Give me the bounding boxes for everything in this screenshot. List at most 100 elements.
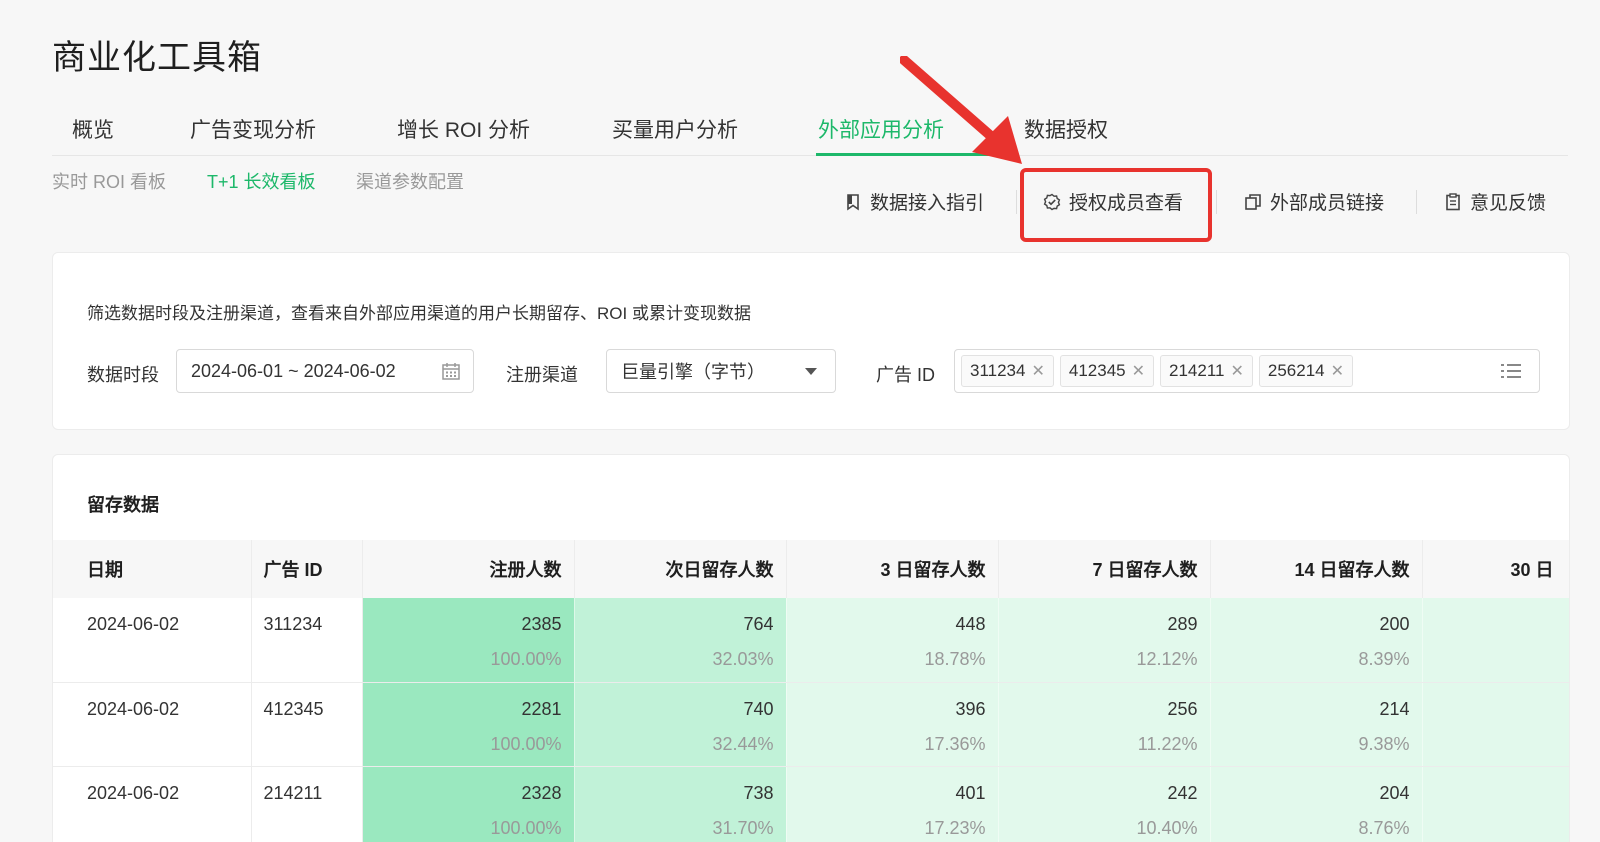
- count-value: 401: [955, 782, 986, 803]
- percent-value: 9.38%: [1358, 733, 1410, 754]
- day30-cell: [1422, 682, 1569, 767]
- channel-select[interactable]: 巨量引擎（字节）: [606, 349, 836, 393]
- ad-id-tag: 214211 ✕: [1160, 355, 1253, 387]
- count-value: 289: [1167, 614, 1198, 634]
- count-value: 448: [955, 614, 986, 634]
- day1-cell: 738 31.70%: [574, 766, 787, 842]
- data-guide-button[interactable]: 数据接入指引: [844, 188, 984, 215]
- percent-value: 32.03%: [712, 649, 774, 669]
- percent-value: 11.22%: [1137, 733, 1198, 754]
- retention-title: 留存数据: [87, 495, 159, 515]
- count-value: 256: [1167, 698, 1198, 719]
- ad-id-tag-label: 256214: [1267, 361, 1325, 380]
- tab-ad-monetization[interactable]: 广告变现分析: [190, 114, 316, 144]
- main-tab-bar: 概览 广告变现分析 增长 ROI 分析 买量用户分析 外部应用分析 数据授权: [52, 108, 1568, 156]
- day7-cell: 256 11.22%: [998, 682, 1211, 767]
- tab-overview[interactable]: 概览: [72, 114, 114, 144]
- table-row: 2024-06-02 214211 2328 100.00% 738 31.70% …: [53, 766, 1569, 842]
- column-header[interactable]: 30 日: [1422, 540, 1569, 598]
- percent-value: 12.12%: [1136, 649, 1198, 669]
- filter-panel: 筛选数据时段及注册渠道，查看来自外部应用渠道的用户长期留存、ROI 或累计变现数…: [52, 252, 1570, 430]
- toolbar: 数据接入指引 授权成员查看 外部成员链接 意见反馈: [0, 188, 1600, 216]
- tab-growth-roi[interactable]: 增长 ROI 分析: [397, 114, 530, 144]
- count-value: 2328: [521, 782, 562, 803]
- count-value: 2281: [521, 698, 562, 719]
- percent-value: 17.36%: [924, 733, 986, 754]
- count-value: 396: [955, 698, 986, 719]
- toolbar-divider: [1416, 190, 1417, 214]
- feedback-button[interactable]: 意见反馈: [1444, 188, 1546, 215]
- day30-cell: [1422, 598, 1569, 683]
- auth-members-button[interactable]: 授权成员查看: [1043, 188, 1183, 215]
- column-header[interactable]: 日期: [53, 540, 252, 598]
- retention-panel: 留存数据 日期 广告 ID 注册人数 次日留存人数 3 日留存人数 7 日留存人…: [52, 454, 1570, 842]
- toolbar-divider: [1216, 190, 1217, 214]
- column-header[interactable]: 7 日留存人数: [998, 540, 1211, 598]
- percent-value: 10.40%: [1136, 817, 1198, 838]
- column-header[interactable]: 3 日留存人数: [786, 540, 999, 598]
- registered-cell: 2281 100.00%: [362, 682, 575, 767]
- table-row: 2024-06-02 311234 2385 100.00% 764 32.03% …: [53, 598, 1569, 683]
- ad-id-tag: 256214 ✕: [1258, 355, 1354, 387]
- close-icon[interactable]: ✕: [1331, 361, 1344, 381]
- active-tab-indicator: [816, 153, 994, 156]
- count-value: 764: [743, 614, 774, 634]
- day3-cell: 396 17.36%: [786, 682, 999, 767]
- tab-paid-users[interactable]: 买量用户分析: [612, 114, 738, 144]
- ad-id-label: 广告 ID: [876, 365, 936, 385]
- count-value: 242: [1167, 782, 1198, 803]
- percent-value: 32.44%: [712, 733, 774, 754]
- registered-cell: 2328 100.00%: [362, 766, 575, 842]
- percent-value: 31.70%: [712, 817, 774, 838]
- percent-value: 18.78%: [924, 649, 986, 669]
- count-value: 204: [1379, 782, 1410, 803]
- table-row: 2024-06-02 412345 2281 100.00% 740 32.44% …: [53, 682, 1569, 767]
- day3-cell: 401 17.23%: [786, 766, 999, 842]
- ad-id-multiselect[interactable]: 311234 ✕ 412345 ✕ 214211 ✕ 256214 ✕: [954, 349, 1540, 393]
- list-icon[interactable]: [1501, 362, 1521, 380]
- table-header-row: 日期 广告 ID 注册人数 次日留存人数 3 日留存人数 7 日留存人数 14 …: [53, 540, 1569, 598]
- day3-cell: 448 18.78%: [786, 598, 999, 683]
- percent-value: 100.00%: [490, 817, 562, 838]
- count-value: 738: [743, 782, 774, 803]
- retention-table: 日期 广告 ID 注册人数 次日留存人数 3 日留存人数 7 日留存人数 14 …: [53, 540, 1569, 842]
- auth-members-label: 授权成员查看: [1069, 193, 1184, 214]
- data-guide-label: 数据接入指引: [870, 193, 985, 214]
- chevron-down-icon: [805, 368, 817, 375]
- date-cell: 2024-06-02: [53, 766, 252, 842]
- tab-data-authorization[interactable]: 数据授权: [1024, 114, 1108, 144]
- day14-cell: 200 8.39%: [1210, 598, 1423, 683]
- date-range-value: 2024-06-01 ~ 2024-06-02: [191, 360, 396, 381]
- count-value: 740: [743, 698, 774, 719]
- verified-badge-icon: [1043, 193, 1061, 210]
- percent-value: 100.00%: [490, 649, 562, 669]
- day7-cell: 289 12.12%: [998, 598, 1211, 683]
- calendar-icon: [442, 363, 460, 380]
- date-cell: 2024-06-02: [53, 682, 252, 767]
- close-icon[interactable]: ✕: [1132, 361, 1145, 381]
- column-header[interactable]: 次日留存人数: [574, 540, 787, 598]
- column-header[interactable]: 注册人数: [362, 540, 575, 598]
- column-header[interactable]: 广告 ID: [251, 540, 363, 598]
- external-link-label: 外部成员链接: [1270, 193, 1385, 214]
- bookmark-icon: [847, 193, 859, 211]
- day1-cell: 740 32.44%: [574, 682, 787, 767]
- app-title: 商业化工具箱: [52, 39, 262, 77]
- external-link-button[interactable]: 外部成员链接: [1244, 188, 1384, 215]
- count-value: 2385: [521, 614, 562, 634]
- ad-id-tag-label: 412345: [1068, 361, 1126, 380]
- day30-cell: [1422, 766, 1569, 842]
- count-value: 200: [1379, 614, 1410, 634]
- ad-id-cell: 311234: [251, 598, 363, 683]
- registered-cell: 2385 100.00%: [362, 598, 575, 683]
- percent-value: 100.00%: [490, 733, 562, 754]
- close-icon[interactable]: ✕: [1031, 361, 1044, 381]
- column-header[interactable]: 14 日留存人数: [1210, 540, 1423, 598]
- ad-id-tag-label: 214211: [1169, 361, 1225, 380]
- day7-cell: 242 10.40%: [998, 766, 1211, 842]
- copy-icon: [1245, 193, 1261, 210]
- close-icon[interactable]: ✕: [1230, 361, 1243, 381]
- tab-external-apps[interactable]: 外部应用分析: [818, 114, 944, 144]
- ad-id-cell: 214211: [251, 766, 363, 842]
- date-range-picker[interactable]: 2024-06-01 ~ 2024-06-02: [176, 349, 474, 393]
